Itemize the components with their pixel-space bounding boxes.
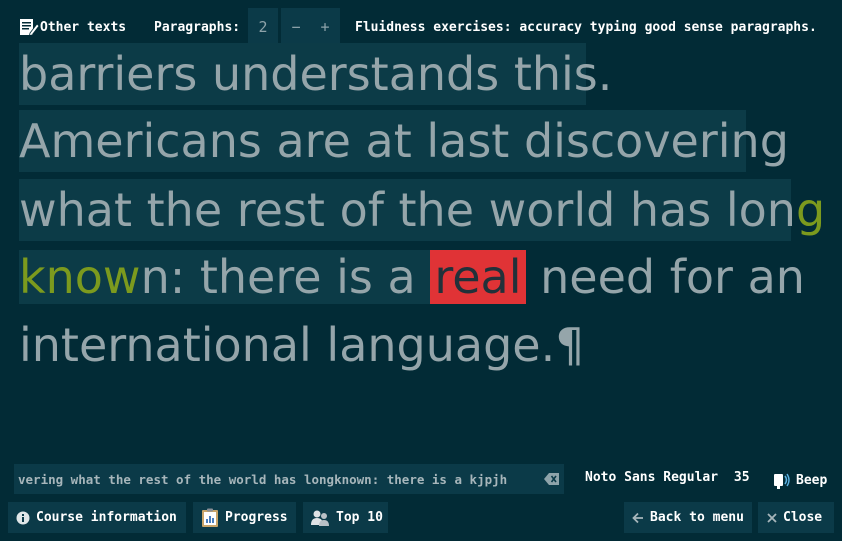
arrow-left-icon (632, 512, 644, 524)
typed-text: what the rest of the world has lon (19, 183, 796, 237)
typing-input-value: vering what the rest of the world has lo… (18, 471, 508, 487)
paragraphs-label: Paragraphs: (154, 19, 241, 35)
current-word-typed: g (795, 183, 826, 237)
typing-text-area: barriers understands this. Americans are… (0, 43, 842, 398)
text-line-1: barriers understands this. (19, 43, 612, 105)
beep-label: Beep (796, 472, 828, 488)
paragraphs-value[interactable]: 2 (248, 8, 278, 46)
close-icon (767, 512, 777, 523)
text-line-3: what the rest of the world has long (19, 179, 825, 241)
course-information-label: Course information (36, 510, 177, 525)
back-to-menu-label: Back to menu (650, 510, 744, 525)
exercise-description: Fluidness exercises: accuracy typing goo… (355, 19, 817, 35)
users-icon (310, 509, 330, 527)
progress-button[interactable]: Progress (193, 502, 296, 533)
close-button[interactable]: Close (758, 502, 834, 533)
other-texts-button[interactable]: Other texts (18, 8, 126, 46)
pending-text: international language. (19, 318, 556, 372)
pending-text: need for an (525, 250, 805, 304)
close-label: Close (783, 510, 823, 525)
info-icon (16, 511, 30, 525)
typed-text: barriers understands this. (19, 47, 613, 101)
speaker-icon (772, 470, 792, 490)
font-name: Noto Sans Regular (585, 470, 719, 485)
paragraph-mark: ¶ (555, 318, 585, 372)
top-10-label: Top 10 (336, 510, 383, 525)
text-line-5: international language.¶ (19, 314, 585, 376)
typed-text: Americans are at last discovering (19, 114, 789, 168)
current-word-typed: know (19, 250, 141, 304)
progress-label: Progress (225, 510, 288, 525)
course-information-button[interactable]: Course information (8, 502, 186, 533)
other-texts-label: Other texts (40, 19, 127, 35)
pending-text: n: there is a (140, 250, 431, 304)
top-10-button[interactable]: Top 10 (303, 502, 388, 533)
font-size: 35 (733, 470, 750, 485)
clipboard-chart-icon (201, 508, 219, 528)
font-info[interactable]: Noto Sans Regular 35 (585, 470, 750, 485)
paragraphs-decrement-button[interactable]: − (281, 8, 311, 46)
text-line-4: known: there is a real need for an (19, 246, 805, 308)
backspace-icon[interactable] (544, 471, 560, 490)
beep-toggle[interactable]: Beep (772, 466, 827, 494)
text-line-2: Americans are at last discovering (19, 110, 789, 172)
document-edit-icon (18, 16, 40, 38)
back-to-menu-button[interactable]: Back to menu (624, 502, 752, 533)
error-cursor-word: real (430, 250, 526, 304)
paragraphs-increment-button[interactable]: + (310, 8, 340, 46)
typing-input[interactable]: vering what the rest of the world has lo… (14, 464, 564, 494)
